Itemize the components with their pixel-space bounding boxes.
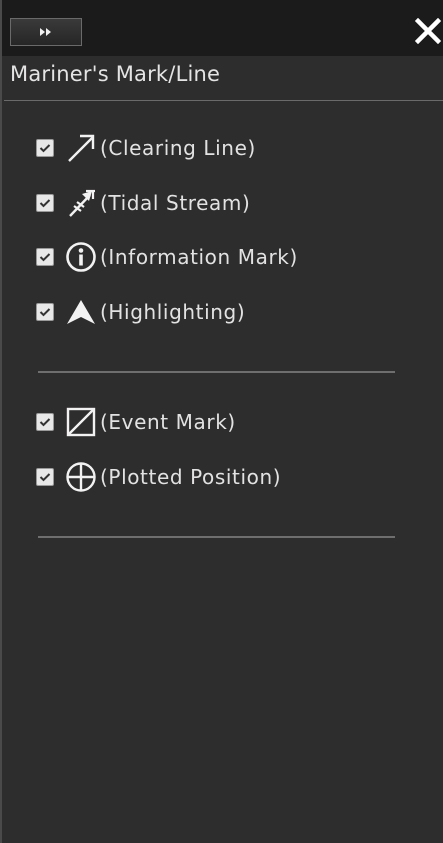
item-highlighting[interactable]: (Highlighting) xyxy=(36,294,245,330)
event-mark-icon xyxy=(64,405,98,439)
checkmark-icon xyxy=(39,473,51,482)
tidal-stream-checkbox[interactable] xyxy=(36,194,54,212)
tidal-stream-icon xyxy=(64,186,98,220)
highlighting-checkbox[interactable] xyxy=(36,303,54,321)
event-mark-checkbox[interactable] xyxy=(36,413,54,431)
highlighting-icon xyxy=(64,295,98,329)
information-mark-icon xyxy=(64,240,98,274)
checkmark-icon xyxy=(39,144,51,153)
panel-title: Mariner's Mark/Line xyxy=(10,62,221,86)
close-panel-button[interactable] xyxy=(411,14,443,48)
clearing-line-icon xyxy=(64,131,98,165)
group-divider xyxy=(38,371,395,373)
event-mark-label: (Event Mark) xyxy=(100,410,236,434)
mariners-mark-panel: Mariner's Mark/Line (Clearing Line) (Tid… xyxy=(0,0,443,843)
clearing-line-label: (Clearing Line) xyxy=(100,136,256,160)
item-information-mark[interactable]: (Information Mark) xyxy=(36,239,298,275)
fast-forward-icon xyxy=(40,28,51,36)
clearing-line-checkbox[interactable] xyxy=(36,139,54,157)
item-tidal-stream[interactable]: (Tidal Stream) xyxy=(36,185,250,221)
panel-header-bar xyxy=(2,0,443,56)
item-clearing-line[interactable]: (Clearing Line) xyxy=(36,130,256,166)
checkmark-icon xyxy=(39,418,51,427)
plotted-position-label: (Plotted Position) xyxy=(100,465,282,489)
checkmark-icon xyxy=(39,253,51,262)
item-plotted-position[interactable]: (Plotted Position) xyxy=(36,459,281,495)
group-divider xyxy=(38,536,395,538)
title-divider xyxy=(4,100,443,101)
information-mark-checkbox[interactable] xyxy=(36,248,54,266)
plotted-position-checkbox[interactable] xyxy=(36,468,54,486)
close-x-icon xyxy=(415,18,441,44)
expand-panel-button[interactable] xyxy=(10,18,82,46)
tidal-stream-label: (Tidal Stream) xyxy=(100,191,251,215)
item-event-mark[interactable]: (Event Mark) xyxy=(36,404,236,440)
information-mark-label: (Information Mark) xyxy=(100,245,298,269)
checkmark-icon xyxy=(39,308,51,317)
plotted-position-icon xyxy=(64,460,98,494)
highlighting-label: (Highlighting) xyxy=(100,300,246,324)
checkmark-icon xyxy=(39,199,51,208)
